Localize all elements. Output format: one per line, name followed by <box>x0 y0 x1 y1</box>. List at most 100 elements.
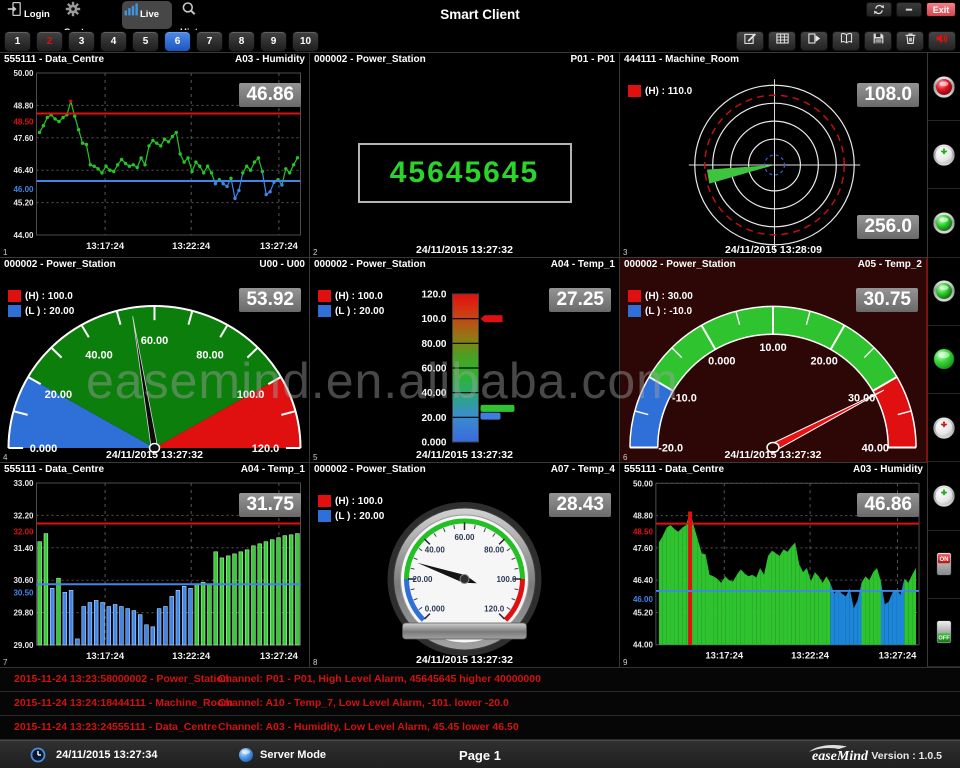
alarm-message: Channel: A10 - Temp_7, Low Level Alarm, … <box>218 692 509 715</box>
svg-text:47.60: 47.60 <box>13 134 34 143</box>
table-icon <box>774 31 791 51</box>
indicator-red[interactable] <box>928 53 960 121</box>
panel-1-line: 555111 - Data_CentreA03 - Humidity13:17:… <box>0 53 310 258</box>
svg-text:20.00: 20.00 <box>421 413 446 424</box>
table-button[interactable] <box>768 31 796 51</box>
panel-timestamp: 24/11/2015 13:27:32 <box>310 654 619 666</box>
legend-swatch <box>628 290 641 302</box>
page-tab-8[interactable]: 8 <box>228 31 255 52</box>
page-tab-10[interactable]: 10 <box>292 31 319 52</box>
edit-icon <box>742 31 759 51</box>
trash-button[interactable] <box>896 31 924 51</box>
panel-7-bars: 555111 - Data_CentreA04 - Temp_113:17:24… <box>0 463 310 668</box>
legend-label: (H) : 110.0 <box>645 86 692 97</box>
off-switch[interactable]: OFF <box>928 599 960 667</box>
legend-label: (L ) : -10.0 <box>645 306 692 317</box>
svg-text:100.0: 100.0 <box>237 389 265 401</box>
panel-number: 7 <box>3 658 7 667</box>
panel-number: 6 <box>623 453 627 462</box>
svg-text:13:27:24: 13:27:24 <box>260 241 299 252</box>
panel-station: 000002 - Power_Station <box>314 53 426 67</box>
svg-text:ON: ON <box>939 556 948 563</box>
indicator-green[interactable] <box>928 258 960 326</box>
panel-3-radar: 444111 - Machine_Room108.0256.0(H) : 110… <box>620 53 928 258</box>
book-button[interactable] <box>832 31 860 51</box>
speaker-button[interactable] <box>928 31 956 51</box>
power-button-green[interactable] <box>928 121 960 189</box>
legend-label: (H) : 100.0 <box>335 291 383 302</box>
alarm-row[interactable]: 2015-11-24 13:23:24555111 - Data_CentreC… <box>0 716 960 740</box>
svg-text:13:17:24: 13:17:24 <box>86 241 125 252</box>
app-title: Smart Client <box>0 7 960 22</box>
svg-text:45.20: 45.20 <box>633 608 654 617</box>
save-button[interactable] <box>864 31 892 51</box>
run-button[interactable] <box>800 31 828 51</box>
on-switch[interactable]: ON <box>928 531 960 599</box>
power-button-green[interactable] <box>928 462 960 530</box>
edit-button[interactable] <box>736 31 764 51</box>
alarm-row[interactable]: 2015-11-24 13:23:58000002 - Power_Statio… <box>0 668 960 692</box>
legend-swatch <box>628 85 641 97</box>
svg-text:13:17:24: 13:17:24 <box>86 651 125 662</box>
power-button-red[interactable] <box>928 394 960 462</box>
panel-channel: A04 - Temp_1 <box>551 258 615 272</box>
panel-station: 555111 - Data_Centre <box>624 463 724 477</box>
svg-text:20.00: 20.00 <box>811 356 838 368</box>
panel-number: 4 <box>3 453 7 462</box>
indicator-green[interactable] <box>928 189 960 257</box>
page-tab-6[interactable]: 6 <box>164 31 191 52</box>
alarm-row[interactable]: 2015-11-24 13:24:18444111 - Machine_Room… <box>0 692 960 716</box>
value-badge: 256.0 <box>857 215 919 239</box>
threshold-legend: (H) : 100.0 (L ) : 20.00 <box>318 290 384 317</box>
svg-text:13:27:24: 13:27:24 <box>879 651 918 662</box>
svg-text:32.20: 32.20 <box>13 511 34 520</box>
page-tab-2[interactable]: 2 <box>36 31 63 52</box>
legend-label: (H) : 100.0 <box>25 291 73 302</box>
sync-button[interactable] <box>866 2 892 17</box>
page-tab-9[interactable]: 9 <box>260 31 287 52</box>
svg-text:47.60: 47.60 <box>633 544 654 553</box>
exit-button[interactable]: Exit <box>926 2 956 17</box>
svg-text:30.60: 30.60 <box>13 576 34 585</box>
panel-9-area: 555111 - Data_CentreA03 - Humidity13:17:… <box>620 463 928 668</box>
alarm-station: 555111 - Data_Centre <box>112 716 217 739</box>
svg-text:13:17:24: 13:17:24 <box>705 651 744 662</box>
led-green[interactable] <box>928 326 960 394</box>
run-icon <box>806 31 823 51</box>
book-icon <box>838 31 855 51</box>
svg-text:80.00: 80.00 <box>196 350 224 362</box>
svg-text:13:22:24: 13:22:24 <box>172 651 211 662</box>
legend-swatch <box>8 290 21 302</box>
toolbar <box>736 31 956 51</box>
legend-swatch <box>318 305 331 317</box>
panel-timestamp: 24/11/2015 13:27:32 <box>620 449 926 461</box>
svg-text:0.000: 0.000 <box>425 605 446 614</box>
value-badge: 46.86 <box>239 83 301 107</box>
panel-8-dial: 000002 - Power_StationA07 - Temp_40.0002… <box>310 463 620 668</box>
alarm-time: 2015-11-24 13:23:24 <box>14 716 112 739</box>
page-tab-1[interactable]: 1 <box>4 31 31 52</box>
svg-text:40.00: 40.00 <box>425 545 446 554</box>
smart-client-app: LoginSystemLiveHistory Smart Client Exit… <box>0 0 960 768</box>
legend-swatch <box>8 305 21 317</box>
panel-channel: P01 - P01 <box>571 53 615 67</box>
svg-text:20.00: 20.00 <box>45 389 73 401</box>
legend-swatch <box>628 305 641 317</box>
legend-label: (L ) : 20.00 <box>335 306 384 317</box>
status-bar: 24/11/2015 13:27:34 Server Mode Page 1 e… <box>0 740 960 768</box>
page-tab-4[interactable]: 4 <box>100 31 127 52</box>
svg-text:48.80: 48.80 <box>633 512 654 521</box>
minimize-button[interactable] <box>896 2 922 17</box>
page-tabs: 12345678910 <box>4 31 319 52</box>
digital-readout: 45645645 <box>358 143 572 203</box>
page-tab-3[interactable]: 3 <box>68 31 95 52</box>
page-tab-7[interactable]: 7 <box>196 31 223 52</box>
page-tab-5[interactable]: 5 <box>132 31 159 52</box>
panel-station: 000002 - Power_Station <box>624 258 736 272</box>
tab-bar: 12345678910 <box>0 30 960 52</box>
version-label: Version : 1.0.5 <box>871 750 942 762</box>
panel-timestamp: 24/11/2015 13:27:32 <box>310 449 619 461</box>
svg-text:60.00: 60.00 <box>141 335 169 347</box>
svg-text:46.00: 46.00 <box>13 185 34 194</box>
panel-channel: A07 - Temp_4 <box>551 463 615 477</box>
